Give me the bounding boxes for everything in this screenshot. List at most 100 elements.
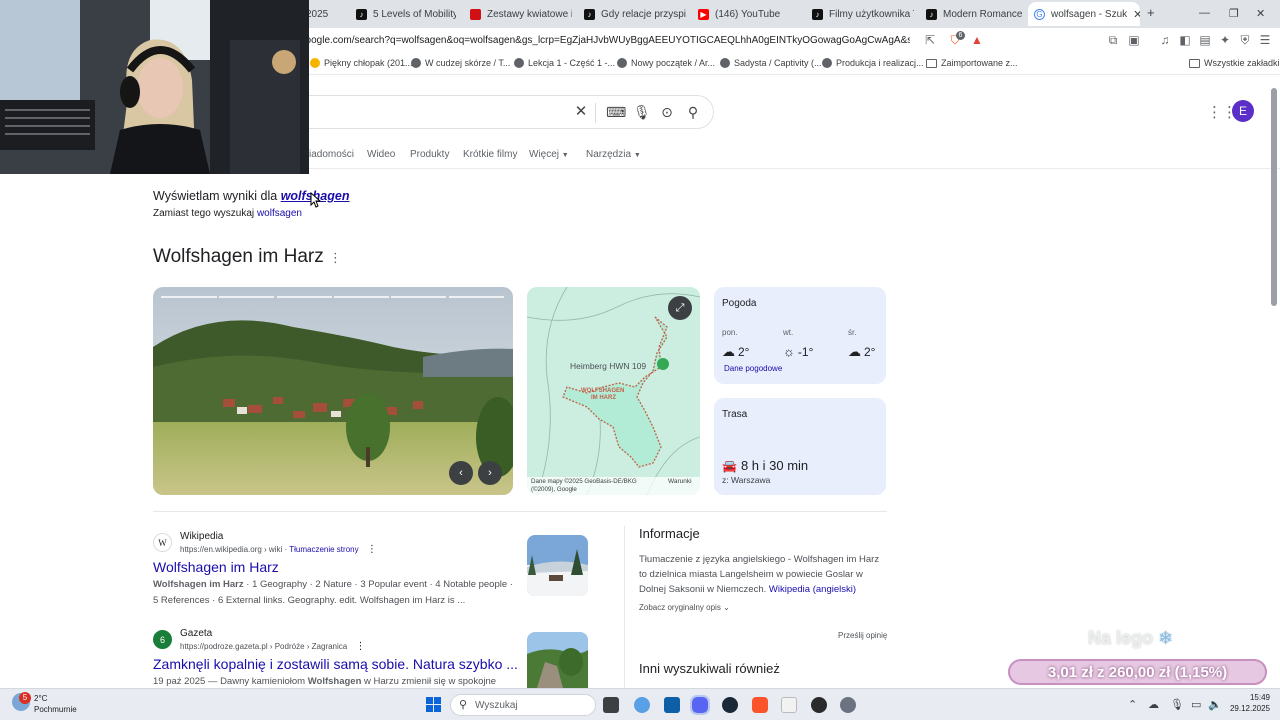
chevron-left-icon[interactable]: ‹ <box>449 461 473 485</box>
rewards-icon[interactable]: ▲ <box>970 33 984 47</box>
weather-data-link[interactable]: Dane pogodowe <box>724 364 782 373</box>
tab-videos[interactable]: Wideo <box>367 149 395 160</box>
search-icon[interactable]: ⚲ <box>685 104 701 120</box>
bookmark-item[interactable]: Piękny chłopak (201... <box>310 58 413 68</box>
new-tab-button[interactable]: + <box>1147 5 1155 20</box>
tab-5[interactable]: ▶ (146) YouTube <box>692 4 800 24</box>
tab-more[interactable]: Więcej ▼ <box>529 149 569 160</box>
settings-gear-icon[interactable] <box>840 697 856 713</box>
result-url: https://podroze.gazeta.pl › Podróże › Za… <box>180 641 366 652</box>
minimize-icon[interactable]: — <box>1199 7 1210 19</box>
weather-temp: ☁ 2° <box>848 344 876 359</box>
expand-map-icon[interactable]: ⤢ <box>668 296 692 320</box>
volume-icon[interactable]: 🔈 <box>1208 698 1222 711</box>
result-title[interactable]: Zamknęli kopalnię i zostawili samą sobie… <box>153 656 518 672</box>
clock-date[interactable]: 29.12.2025 <box>1228 704 1270 713</box>
clock-time[interactable]: 15:49 <box>1244 693 1270 702</box>
bookmark-icon <box>720 58 730 68</box>
result-thumbnail[interactable] <box>527 632 588 688</box>
tab-active[interactable]: Gwolfsagen - Szuk ✕ <box>1028 2 1140 26</box>
bookmark-item[interactable]: Nowy początek / Ar... <box>617 58 715 68</box>
screenshot-icon[interactable]: ▣ <box>1127 33 1141 47</box>
scrollbar-thumb[interactable] <box>1271 88 1277 306</box>
brave-icon[interactable] <box>752 697 768 713</box>
all-bookmarks[interactable]: Wszystkie zakładki <box>1189 58 1280 68</box>
tab-7[interactable]: ♪Modern Romance with <box>920 4 1024 24</box>
leo-ai-icon[interactable]: ✦ <box>1218 33 1232 47</box>
result-thumbnail[interactable] <box>527 535 588 596</box>
microphone-icon[interactable]: 🎙 <box>633 104 651 120</box>
notepad-icon[interactable] <box>781 697 797 713</box>
tab-6[interactable]: ♪Filmy użytkownika Tw <box>806 4 914 24</box>
google-icon: G <box>1034 8 1045 20</box>
more-options-icon[interactable]: ⋮ <box>355 641 365 652</box>
tab-products[interactable]: Produkty <box>410 149 449 160</box>
keyboard-icon[interactable]: ⌨ <box>606 104 626 120</box>
steam-icon[interactable] <box>722 697 738 713</box>
store-icon[interactable] <box>664 697 680 713</box>
microphone-icon[interactable]: 🎙 <box>1170 698 1184 711</box>
map-terms-link[interactable]: Warunki <box>668 478 692 485</box>
tab-4[interactable]: ♪Gdy relacje przyspiesz <box>578 4 686 24</box>
menu-icon[interactable]: ☰ <box>1258 33 1272 47</box>
chevron-right-icon[interactable]: › <box>478 461 502 485</box>
result-title[interactable]: Wolfshagen im Harz <box>153 559 279 575</box>
obs-icon[interactable] <box>811 697 827 713</box>
wikipedia-source-link[interactable]: Wikipedia (angielski) <box>769 584 856 595</box>
more-options-icon[interactable]: ⋮ <box>367 544 377 555</box>
tab-short-videos[interactable]: Krótkie filmy <box>463 149 517 160</box>
lens-icon[interactable]: ⊙ <box>659 104 675 120</box>
chevron-up-icon[interactable]: ⌃ <box>1128 698 1137 711</box>
caret-down-icon: ▼ <box>633 152 641 159</box>
search-box[interactable]: ✕ ⌨ 🎙 ⊙ ⚲ <box>300 95 714 129</box>
lego-icon <box>470 8 481 20</box>
feedback-link[interactable]: Prześlij opinię <box>838 631 887 640</box>
vpn-icon[interactable]: ⛨ <box>1238 33 1252 47</box>
close-window-icon[interactable]: ✕ <box>1256 7 1265 20</box>
result-url: https://en.wikipedia.org › wiki · Tłumac… <box>180 544 377 555</box>
discord-icon[interactable] <box>690 695 710 715</box>
tab-news[interactable]: iadomości <box>309 149 354 160</box>
extensions-icon[interactable]: ⧉ <box>1106 33 1120 47</box>
bookmark-item[interactable]: Lekcja 1 - Część 1 -... <box>514 58 615 68</box>
tiktok-icon: ♪ <box>356 8 367 20</box>
search-result: 6 Gazeta https://podroze.gazeta.pl › Pod… <box>153 628 523 688</box>
onedrive-icon[interactable]: ☁ <box>1148 698 1159 711</box>
see-original-button[interactable]: Zobacz oryginalny opis ⌄ <box>639 603 730 612</box>
avatar[interactable]: E <box>1232 100 1254 122</box>
map-place-label: IM HARZ <box>591 395 616 401</box>
place-photo[interactable]: ‹ › <box>153 287 513 495</box>
bookmark-icon <box>411 58 421 68</box>
car-icon: 🚘 <box>722 458 737 473</box>
media-icon[interactable]: ♫ <box>1158 33 1172 47</box>
translate-link[interactable]: Tłumaczenie strony <box>289 545 358 554</box>
tab-tools[interactable]: Narzędzia ▼ <box>586 149 641 160</box>
close-tab-icon[interactable]: ✕ <box>1133 8 1140 21</box>
taskbar-search[interactable]: ⚲ Wyszukaj <box>450 694 596 716</box>
bookmark-folder[interactable]: Zaimportowane z... <box>926 58 1018 68</box>
more-options-icon[interactable]: ⋮ <box>329 250 342 265</box>
bookmark-icon <box>822 58 832 68</box>
start-button[interactable] <box>426 697 441 712</box>
place-map[interactable]: Heimberg HWN 109 WOLFSHAGEN IM HARZ ⤢ Da… <box>527 287 700 495</box>
maximize-icon[interactable]: ❐ <box>1229 7 1239 20</box>
copilot-icon[interactable] <box>634 697 650 713</box>
route-card[interactable]: Trasa 🚘 8 h i 30 min z: Warszawa <box>714 398 886 495</box>
clear-icon[interactable]: ✕ <box>573 104 589 120</box>
url-field[interactable]: google.com/search?q=wolfsagen&oq=wolfsag… <box>300 35 910 46</box>
tab-2[interactable]: ♪5 Levels of Mobility fo <box>350 4 456 24</box>
bookmark-item[interactable]: W cudzej skórze / T... <box>411 58 510 68</box>
sidebar-icon[interactable]: ◧ <box>1178 33 1192 47</box>
sun-icon: ☼ <box>783 344 795 359</box>
wallet-icon[interactable]: ▤ <box>1198 33 1212 47</box>
tab-3[interactable]: Zestawy kwiatowe i roś <box>464 4 572 24</box>
chevron-down-icon: ⌄ <box>723 603 730 612</box>
bookmark-item[interactable]: Sadysta / Captivity (... <box>720 58 822 68</box>
network-icon[interactable]: ▭ <box>1191 698 1201 711</box>
bookmark-item[interactable]: Produkcja i realizacj... <box>822 58 924 68</box>
weather-card[interactable]: Pogoda pon. wt. śr. ☁ 2° ☼ -1° ☁ 2° Dane po… <box>714 287 886 384</box>
nav-divider <box>300 168 1280 169</box>
task-view-icon[interactable] <box>603 697 619 713</box>
share-icon[interactable]: ⇱ <box>923 33 937 47</box>
original-query-link[interactable]: wolfsagen <box>257 208 302 219</box>
